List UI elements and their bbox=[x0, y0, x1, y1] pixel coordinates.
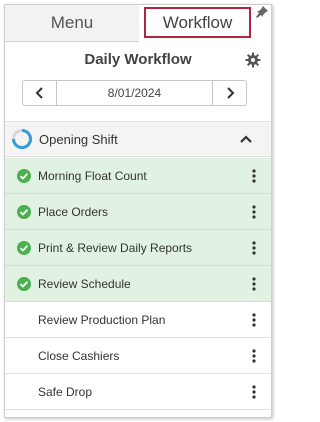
task-label: Safe Drop bbox=[38, 384, 93, 399]
gear-icon[interactable] bbox=[245, 52, 261, 68]
task-row[interactable]: Review Production Plan bbox=[5, 302, 271, 338]
chevron-left-icon bbox=[35, 87, 43, 99]
task-list: Morning Float Count Place Orders Print &… bbox=[5, 158, 271, 410]
task-label: Morning Float Count bbox=[38, 168, 147, 183]
next-day-button[interactable] bbox=[212, 81, 246, 105]
task-status-spacer bbox=[17, 313, 31, 327]
shift-label: Opening Shift bbox=[39, 131, 118, 147]
more-options-icon[interactable] bbox=[247, 204, 261, 219]
task-label: Review Schedule bbox=[38, 276, 131, 291]
task-label: Review Production Plan bbox=[38, 312, 166, 327]
more-options-icon[interactable] bbox=[247, 276, 261, 291]
date-picker: 8/01/2024 bbox=[22, 80, 247, 106]
task-row[interactable]: Print & Review Daily Reports bbox=[5, 230, 271, 266]
chevron-up-icon[interactable] bbox=[239, 134, 253, 144]
check-circle-icon bbox=[17, 204, 31, 219]
task-label: Place Orders bbox=[38, 204, 109, 219]
previous-day-button[interactable] bbox=[23, 81, 57, 105]
tab-menu-label: Menu bbox=[50, 13, 94, 32]
task-label: Close Cashiers bbox=[38, 348, 120, 363]
check-circle-icon bbox=[17, 168, 31, 183]
progress-ring-icon bbox=[12, 129, 32, 149]
task-row[interactable]: Place Orders bbox=[5, 194, 271, 230]
shift-header[interactable]: Opening Shift bbox=[5, 121, 271, 157]
workflow-panel: Menu Workflow Daily Workflow 8/01/2024 O… bbox=[4, 4, 272, 418]
tab-menu[interactable]: Menu bbox=[5, 5, 139, 42]
pin-icon[interactable] bbox=[255, 5, 269, 19]
tab-workflow-label: Workflow bbox=[162, 12, 233, 32]
task-row[interactable]: Morning Float Count bbox=[5, 158, 271, 194]
more-options-icon[interactable] bbox=[247, 348, 261, 363]
more-options-icon[interactable] bbox=[247, 384, 261, 399]
more-options-icon[interactable] bbox=[247, 168, 261, 183]
more-options-icon[interactable] bbox=[247, 240, 261, 255]
tab-workflow[interactable]: Workflow bbox=[144, 7, 251, 38]
date-display[interactable]: 8/01/2024 bbox=[57, 81, 212, 105]
page-title: Daily Workflow bbox=[84, 51, 192, 68]
task-label: Print & Review Daily Reports bbox=[38, 240, 193, 255]
task-status-spacer bbox=[17, 349, 31, 363]
more-options-icon[interactable] bbox=[247, 312, 261, 327]
task-row[interactable]: Review Schedule bbox=[5, 266, 271, 302]
check-circle-icon bbox=[17, 240, 31, 255]
task-row[interactable]: Close Cashiers bbox=[5, 338, 271, 374]
chevron-right-icon bbox=[226, 87, 234, 99]
task-status-spacer bbox=[17, 385, 31, 399]
task-row[interactable]: Safe Drop bbox=[5, 374, 271, 410]
check-circle-icon bbox=[17, 276, 31, 291]
tab-bar: Menu Workflow bbox=[5, 5, 271, 42]
